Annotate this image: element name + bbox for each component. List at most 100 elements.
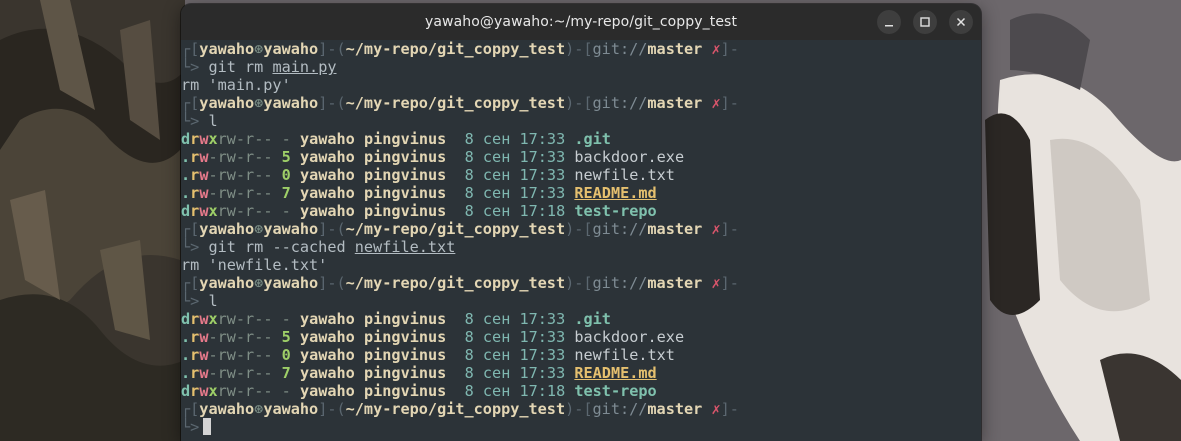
file-name[interactable]: README.md [574, 184, 656, 202]
prompt-branch: master [647, 400, 703, 418]
file-group: pingvinus [364, 328, 447, 346]
listing-row: .rw-rw-r-- 5 yawaho pingvinus 8 сен 17:3… [181, 328, 981, 346]
listing-row: drwxrw-r-- - yawaho pingvinus 8 сен 17:3… [181, 130, 981, 148]
prompt-dirty-mark: ✗ [711, 274, 721, 292]
file-time: 17:18 [519, 382, 566, 400]
file-name[interactable]: newfile.txt [574, 166, 675, 184]
file-owner: yawaho [299, 310, 355, 328]
title-bar[interactable]: yawaho@yawaho:~/my-repo/git_coppy_test [181, 4, 981, 40]
file-name[interactable]: test-repo [574, 202, 656, 220]
command-text: git rm [208, 58, 264, 76]
listing-row: drwxrw-r-- - yawaho pingvinus 8 сен 17:3… [181, 310, 981, 328]
file-owner: yawaho [299, 184, 355, 202]
file-day: 8 [464, 310, 474, 328]
file-name[interactable]: test-repo [574, 382, 656, 400]
file-size: 7 [281, 364, 291, 382]
perm-exec: x [208, 382, 218, 400]
terminal-window: yawaho@yawaho:~/my-repo/git_coppy_test ┌… [181, 4, 981, 441]
minimize-button[interactable] [877, 10, 901, 34]
perm-type: . [181, 346, 191, 364]
file-size: 0 [281, 166, 291, 184]
perm-exec: - [208, 166, 218, 184]
prompt-arrow: └> [181, 112, 200, 130]
prompt-user: yawaho [199, 40, 255, 58]
listing-row: .rw-rw-r-- 0 yawaho pingvinus 8 сен 17:3… [181, 346, 981, 364]
perm-read: r [190, 166, 200, 184]
file-time: 17:33 [519, 310, 566, 328]
window-title: yawaho@yawaho:~/my-repo/git_coppy_test [424, 14, 738, 30]
listing-row: .rw-rw-r-- 7 yawaho pingvinus 8 сен 17:3… [181, 364, 981, 382]
perm-group-other: rw-r-- [217, 130, 273, 148]
perm-exec: x [208, 130, 218, 148]
file-owner: yawaho [299, 166, 355, 184]
file-time: 17:33 [519, 346, 566, 364]
prompt-host: yawaho [263, 40, 319, 58]
file-day: 8 [464, 346, 474, 364]
file-group: pingvinus [364, 148, 447, 166]
file-size: - [281, 382, 291, 400]
file-time: 17:33 [519, 328, 566, 346]
maximize-button[interactable] [913, 10, 937, 34]
file-name[interactable]: backdoor.exe [574, 328, 684, 346]
terminal-output[interactable]: ┌[yawaho⊛yawaho]-(~/my-repo/git_coppy_te… [181, 40, 981, 441]
file-day: 8 [464, 130, 474, 148]
text-cursor [203, 418, 212, 435]
prompt-git-prefix: git:// [592, 40, 648, 58]
prompt-arrow: └> [181, 238, 200, 256]
file-month: сен [482, 328, 511, 346]
file-month: сен [482, 382, 511, 400]
file-owner: yawaho [299, 346, 355, 364]
file-month: сен [482, 130, 511, 148]
file-day: 8 [464, 364, 474, 382]
perm-type: . [181, 184, 191, 202]
file-owner: yawaho [299, 148, 355, 166]
perm-read: r [190, 202, 200, 220]
perm-type: . [181, 364, 191, 382]
perm-group-other: rw-r-- [217, 310, 273, 328]
prompt-branch: master [647, 40, 703, 58]
file-name[interactable]: .git [574, 310, 611, 328]
file-size: - [281, 130, 291, 148]
prompt-host: yawaho [263, 220, 319, 238]
perm-read: r [190, 346, 200, 364]
file-group: pingvinus [364, 184, 447, 202]
command-output: rm 'newfile.txt' [181, 256, 328, 274]
file-name[interactable]: README.md [574, 364, 656, 382]
close-button[interactable] [949, 10, 973, 34]
prompt-branch: master [647, 220, 703, 238]
file-group: pingvinus [364, 166, 447, 184]
perm-group-other: rw-r-- [217, 346, 273, 364]
perm-read: r [190, 130, 200, 148]
prompt-user: yawaho [199, 94, 255, 112]
prompt-arrow: └> [181, 292, 200, 310]
file-time: 17:33 [519, 148, 566, 166]
command-text: l [208, 292, 218, 310]
minimize-icon [885, 25, 893, 27]
perm-group-other: rw-r-- [217, 382, 273, 400]
prompt-user: yawaho [199, 400, 255, 418]
command-argument: newfile.txt [354, 238, 456, 256]
file-month: сен [482, 202, 511, 220]
file-day: 8 [464, 328, 474, 346]
file-name[interactable]: backdoor.exe [574, 148, 684, 166]
prompt-git-prefix: git:// [592, 94, 648, 112]
prompt-path: ~/my-repo/git_coppy_test [345, 400, 566, 418]
current-input-line[interactable]: └> [181, 418, 981, 436]
prompt-user: yawaho [199, 220, 255, 238]
command-line: └> l [181, 112, 981, 130]
prompt-dirty-mark: ✗ [711, 220, 721, 238]
prompt-path: ~/my-repo/git_coppy_test [345, 220, 566, 238]
file-size: - [281, 310, 291, 328]
file-name[interactable]: newfile.txt [574, 346, 675, 364]
window-controls [877, 10, 973, 34]
perm-read: r [190, 148, 200, 166]
prompt-at-symbol: ⊛ [254, 400, 264, 418]
file-name[interactable]: .git [574, 130, 611, 148]
listing-row: .rw-rw-r-- 0 yawaho pingvinus 8 сен 17:3… [181, 166, 981, 184]
file-group: pingvinus [364, 130, 447, 148]
prompt-user: yawaho [199, 274, 255, 292]
file-time: 17:33 [519, 130, 566, 148]
perm-group-other: rw-r-- [217, 166, 273, 184]
file-day: 8 [464, 148, 474, 166]
prompt-dirty-mark: ✗ [711, 94, 721, 112]
